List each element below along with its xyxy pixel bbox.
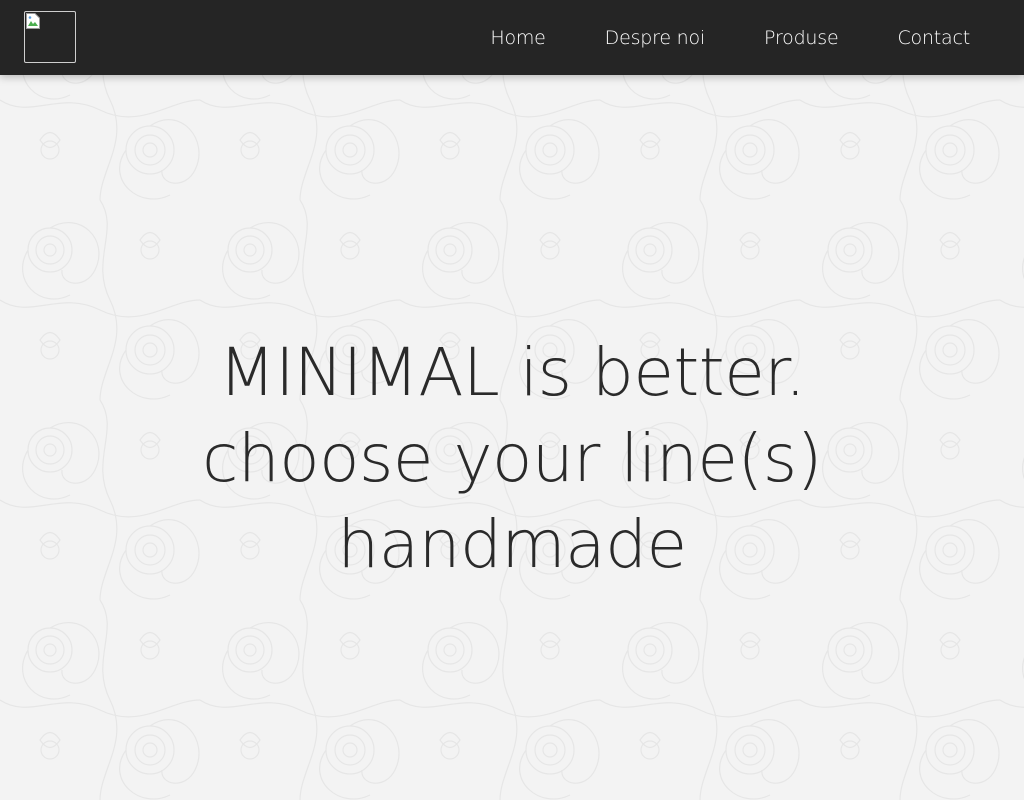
hero-line-3: handmade [337, 506, 687, 583]
hero-section: MINIMAL is better. choose your line(s) h… [0, 330, 1024, 588]
broken-image-icon [26, 13, 40, 29]
hero-line-2: choose your line(s) [202, 420, 822, 497]
hero-heading: MINIMAL is better. choose your line(s) h… [0, 330, 1024, 588]
top-navbar: Home Despre noi Produse Contact [0, 0, 1024, 75]
hero-line-1: MINIMAL is better. [218, 334, 806, 411]
nav-link-despre-noi[interactable]: Despre noi [605, 27, 706, 49]
nav-link-home[interactable]: Home [490, 27, 546, 49]
main-nav: Home Despre noi Produse Contact [490, 0, 1024, 75]
nav-link-produse[interactable]: Produse [764, 27, 839, 49]
nav-link-contact[interactable]: Contact [897, 27, 970, 49]
logo-image[interactable] [24, 11, 76, 63]
